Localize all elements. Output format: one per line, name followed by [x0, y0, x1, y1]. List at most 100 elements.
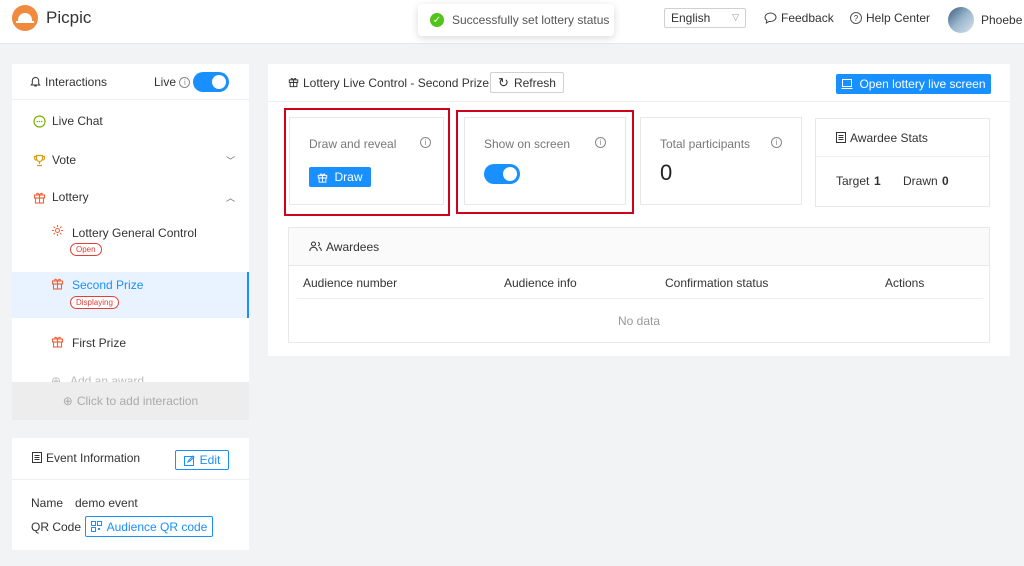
refresh-label: Refresh [513, 75, 556, 90]
settings-icon [51, 224, 64, 240]
users-icon [309, 241, 322, 252]
chevron-up-icon: ︿ [225, 192, 235, 203]
user-name[interactable]: Phoebe [981, 13, 1022, 27]
app-name: Picpic [46, 8, 92, 27]
event-info-header: Event Information Edit [12, 438, 249, 480]
feedback-link[interactable]: Feedback [764, 11, 834, 25]
help-center-link[interactable]: ? Help Center [850, 11, 930, 25]
refresh-icon: ↻ [498, 74, 509, 90]
name-value: demo event [75, 496, 138, 510]
total-participants-value: 0 [660, 160, 673, 185]
edit-icon [183, 454, 195, 466]
column-header: Audience info [504, 276, 577, 290]
language-value: English [671, 11, 711, 25]
qr-code-icon [90, 521, 102, 532]
page-title: Lottery Live Control - Second Prize [303, 76, 490, 90]
info-icon[interactable]: i [771, 137, 782, 148]
document-icon [32, 452, 42, 466]
gift-icon [32, 190, 46, 204]
audience-qr-code-button[interactable]: Audience QR code [85, 516, 213, 537]
awardee-stats-title: Awardee Stats [850, 130, 928, 145]
gift-icon [288, 76, 299, 91]
bell-icon [30, 76, 41, 86]
interactions-header: Interactions Live i [12, 64, 249, 100]
event-info-title: Event Information [46, 451, 141, 465]
add-award-label: Add an award [70, 374, 145, 382]
event-info-panel: Event Information Edit Name demo event Q… [12, 438, 249, 550]
trophy-icon [32, 153, 46, 167]
live-toggle[interactable] [193, 72, 229, 92]
total-participants-label: Total participants [660, 137, 751, 151]
live-text: Live [154, 75, 177, 89]
gift-icon [51, 335, 64, 351]
highlight-box-show-on-screen [456, 110, 634, 214]
chevron-down-icon: ﹀ [225, 155, 235, 166]
sidebar-subitem-second-prize[interactable]: Second Prize Displaying [12, 272, 249, 318]
plus-circle-icon: ⊕ [51, 374, 62, 382]
column-header: Confirmation status [665, 276, 769, 290]
sidebar-item-vote[interactable]: Vote ﹀ [12, 153, 249, 167]
awardees-title: Awardees [326, 239, 380, 254]
sidebar-subitem-label: Second Prize [72, 278, 144, 292]
qr-code-label: QR Code [31, 520, 82, 534]
target-label: Target [836, 174, 870, 188]
name-label: Name [31, 496, 64, 510]
sidebar-item-live-chat[interactable]: Live Chat [12, 114, 249, 128]
app-logo[interactable]: Picpic [12, 5, 91, 31]
sidebar-subitem-first-prize[interactable]: First Prize [12, 332, 249, 352]
logo-icon [12, 5, 38, 31]
edit-button[interactable]: Edit [175, 450, 229, 470]
document-icon [836, 132, 846, 143]
refresh-button[interactable]: ↻ Refresh [490, 72, 564, 93]
monitor-icon [841, 78, 853, 89]
live-label: Live i [154, 75, 191, 89]
chevron-down-icon: ▽ [732, 12, 739, 22]
gift-icon [51, 277, 64, 293]
edit-label: Edit [199, 453, 221, 467]
target-value: 1 [874, 174, 881, 188]
sidebar-item-label: Live Chat [52, 114, 103, 128]
avatar[interactable] [948, 7, 974, 33]
sidebar-subitem-general-control[interactable]: Lottery General Control Open [12, 216, 249, 262]
help-center-label: Help Center [866, 11, 931, 25]
chat-bubble-icon [764, 12, 777, 24]
chat-icon [32, 114, 46, 128]
sidebar-item-lottery[interactable]: Lottery ︿ [12, 190, 249, 204]
status-badge: Open [70, 243, 102, 256]
add-award-item[interactable]: ⊕ Add an award [12, 369, 249, 382]
success-toast: ✓ Successfully set lottery status [418, 4, 614, 36]
drawn-value: 0 [942, 174, 949, 188]
total-participants-card: Total participants i 0 [640, 117, 802, 205]
sidebar-item-label: Vote [52, 153, 77, 167]
toast-message: Successfully set lottery status [452, 13, 610, 27]
interactions-panel: Interactions Live i Live Chat Vote ﹀ Lot… [12, 64, 249, 420]
lottery-control-header: Lottery Live Control - Second Prize ↻ Re… [268, 64, 1010, 102]
question-icon: ? [850, 12, 862, 24]
awardees-table: Awardees Audience number Audience info C… [288, 227, 990, 343]
awardee-stats-header: Awardee Stats [816, 119, 989, 157]
open-live-screen-button[interactable]: Open lottery live screen [836, 74, 991, 94]
highlight-box-draw [284, 108, 450, 216]
awardee-stats-card: Awardee Stats Target 1 Drawn 0 [815, 118, 990, 207]
open-live-screen-label: Open lottery live screen [859, 77, 986, 91]
empty-state: No data [617, 314, 661, 328]
awardees-header: Awardees [289, 228, 989, 266]
info-icon[interactable]: i [179, 77, 191, 89]
add-interaction-bar[interactable]: ⊕ Click to add interaction [12, 382, 249, 420]
add-interaction-label: Click to add interaction [76, 394, 199, 408]
sidebar-subitem-label: First Prize [72, 336, 126, 350]
top-header: Picpic ✓ Successfully set lottery status… [0, 0, 1024, 44]
drawn-label: Drawn [903, 174, 938, 188]
language-select[interactable]: English ▽ [664, 8, 746, 28]
plus-circle-icon: ⊕ [62, 394, 73, 408]
check-circle-icon: ✓ [430, 13, 444, 27]
column-header: Audience number [303, 276, 398, 290]
status-badge: Displaying [70, 296, 119, 309]
divider [297, 298, 983, 299]
feedback-label: Feedback [781, 11, 834, 25]
sidebar-item-label: Lottery [52, 190, 89, 204]
column-header: Actions [885, 276, 925, 290]
sidebar-subitem-label: Lottery General Control [72, 226, 197, 240]
audience-qr-code-label: Audience QR code [106, 519, 208, 534]
interactions-title: Interactions [45, 74, 108, 89]
